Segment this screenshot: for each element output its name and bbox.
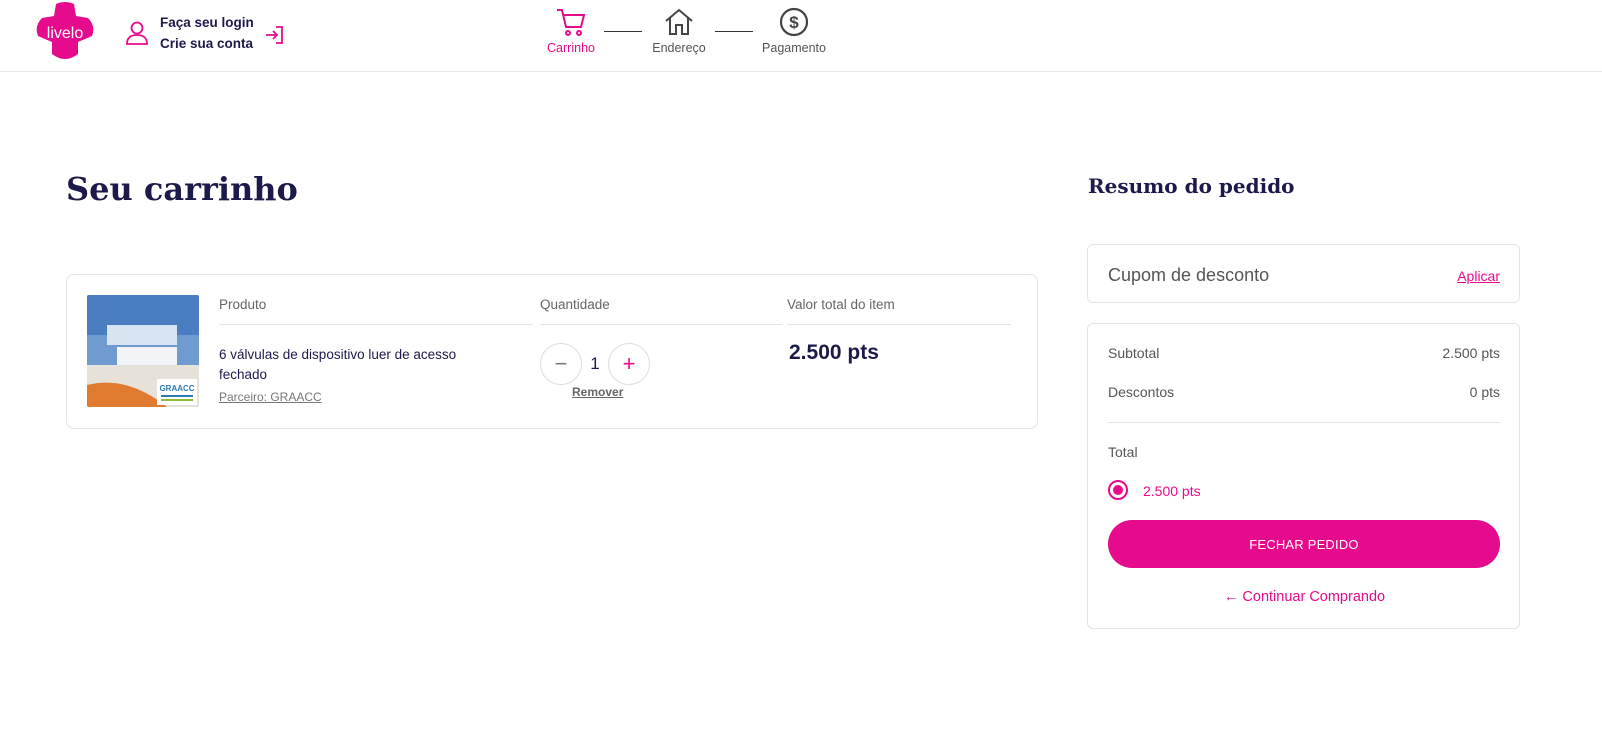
product-name[interactable]: 6 válvulas de dispositivo luer de acesso… (219, 345, 489, 385)
page-title: Seu carrinho (66, 170, 298, 208)
coupon-label[interactable]: Cupom de desconto (1108, 265, 1269, 286)
discounts-value: 0 pts (1469, 384, 1500, 400)
total-option-radio[interactable] (1108, 480, 1128, 500)
discounts-label: Descontos (1108, 384, 1175, 400)
partner-link[interactable]: Parceiro: GRAACC (219, 390, 322, 404)
step-payment-label: Pagamento (762, 41, 826, 55)
quantity-decrease-button[interactable]: − (540, 343, 582, 385)
quantity-increase-button[interactable]: + (608, 343, 650, 385)
logo-text: livelo (47, 25, 84, 42)
quantity-value: 1 (590, 354, 600, 373)
dollar-icon: $ (779, 7, 809, 37)
column-divider (219, 324, 533, 325)
minus-icon: − (554, 351, 568, 376)
step-address[interactable]: Endereço (639, 6, 719, 55)
top-header: livelo Faça seu login Crie sua conta Car… (0, 0, 1602, 72)
plus-icon: + (622, 351, 636, 376)
coupon-card[interactable]: Cupom de desconto Aplicar (1087, 244, 1520, 303)
login-area[interactable]: Faça seu login Crie sua conta (124, 12, 286, 54)
subtotal-value: 2.500 pts (1442, 345, 1500, 361)
livelo-logo[interactable]: livelo (34, 2, 96, 62)
remove-item-link[interactable]: Remover (572, 385, 623, 399)
signup-link[interactable]: Crie sua conta (160, 33, 254, 54)
column-divider (540, 324, 782, 325)
close-order-button[interactable]: FECHAR PEDIDO (1108, 520, 1500, 568)
step-address-label: Endereço (652, 41, 706, 55)
step-divider (715, 31, 753, 32)
summary-title: Resumo do pedido (1088, 174, 1295, 198)
login-arrow-icon[interactable] (264, 24, 286, 46)
home-icon (665, 8, 693, 35)
total-option-label[interactable]: 2.500 pts (1143, 483, 1201, 499)
cart-icon (557, 9, 586, 36)
image-badge-text: GRAACC (159, 384, 194, 393)
step-divider (604, 31, 642, 32)
svg-text:$: $ (789, 13, 799, 32)
column-header-quantity: Quantidade (540, 297, 610, 312)
continue-shopping-link[interactable]: ← Continuar Comprando (1088, 589, 1521, 605)
item-total-value: 2.500 pts (789, 341, 879, 364)
apply-coupon-link[interactable]: Aplicar (1457, 268, 1500, 284)
subtotal-label: Subtotal (1108, 345, 1160, 361)
step-payment[interactable]: $ Pagamento (754, 6, 834, 55)
step-cart[interactable]: Carrinho (531, 6, 611, 55)
user-icon (126, 21, 148, 45)
order-totals-card: Subtotal 2.500 pts Descontos 0 pts Total… (1087, 323, 1520, 629)
column-divider (787, 324, 1011, 325)
total-label: Total (1108, 444, 1138, 460)
column-header-item-total: Valor total do item (787, 297, 895, 312)
step-cart-label: Carrinho (547, 41, 595, 55)
summary-divider (1108, 422, 1500, 423)
product-image[interactable]: GRAACC (87, 295, 199, 407)
column-header-product: Produto (219, 297, 267, 312)
login-link[interactable]: Faça seu login (160, 12, 254, 33)
cart-item-card: GRAACC Produto Quantidade Valor total do… (66, 274, 1038, 429)
